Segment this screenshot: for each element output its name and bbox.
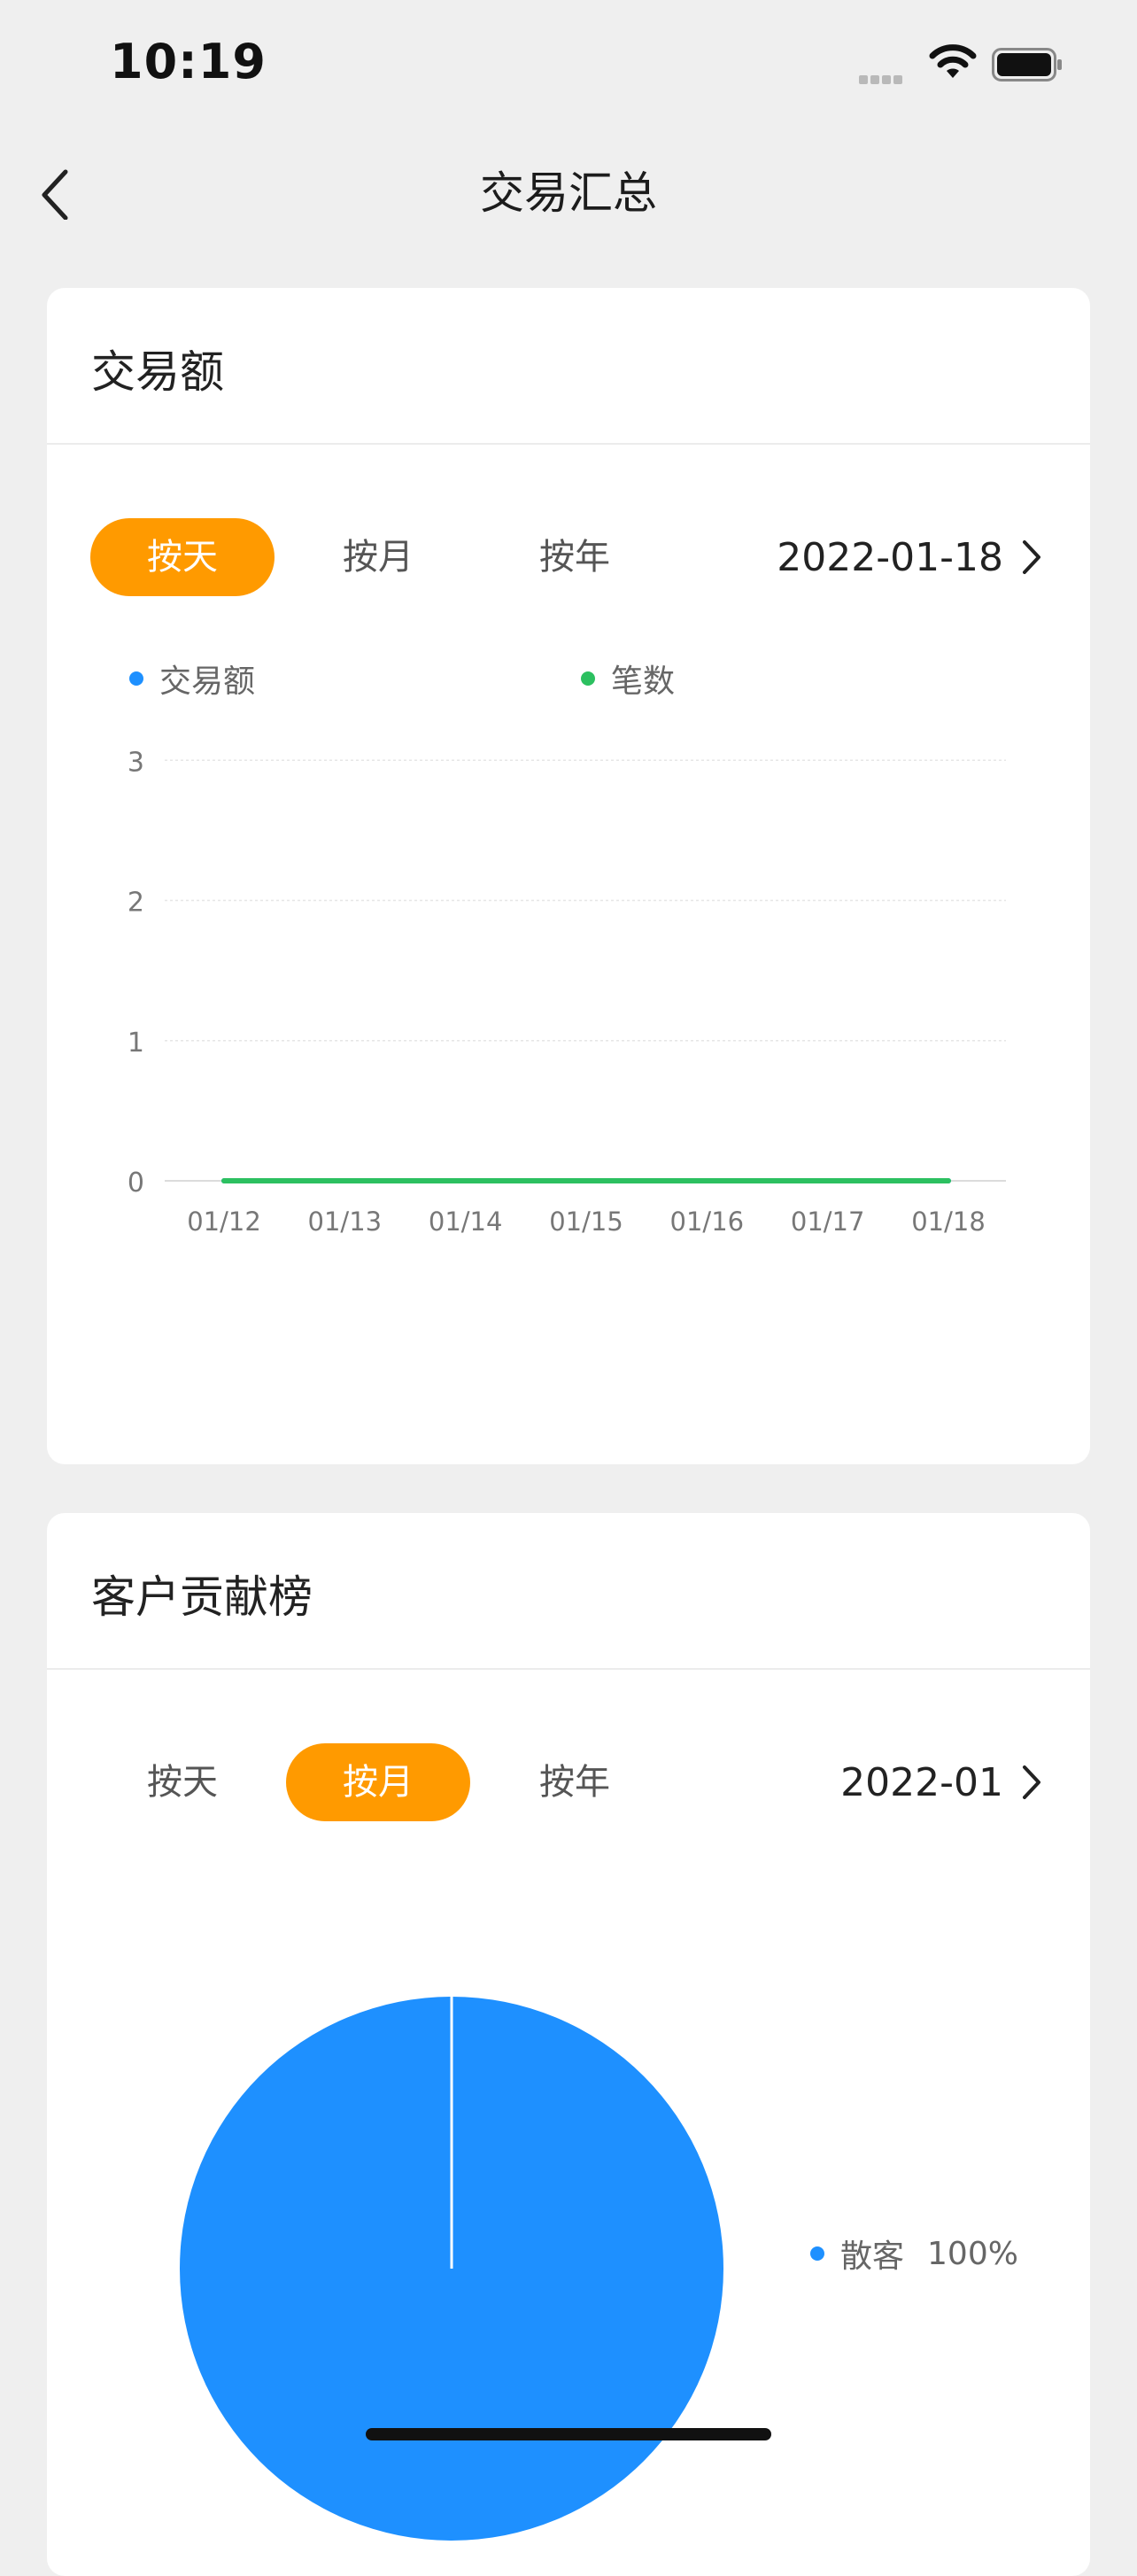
- chart-legend: 交易额 笔数: [47, 656, 1090, 709]
- chevron-right-icon: [1023, 540, 1040, 574]
- y-tick-label: 0: [128, 1168, 144, 1199]
- x-tick-label: 01/13: [308, 1207, 383, 1237]
- wifi-icon: [929, 44, 977, 78]
- tab-by-year[interactable]: 按年: [483, 1743, 667, 1821]
- pie-legend-item: 散客 100%: [810, 2231, 1018, 2277]
- x-tick-label: 01/15: [549, 1207, 623, 1237]
- tab-by-month[interactable]: 按月: [286, 518, 470, 596]
- page-title: 交易汇总: [480, 167, 657, 219]
- tab-by-year[interactable]: 按年: [483, 518, 667, 596]
- tab-by-day[interactable]: 按天: [90, 1743, 275, 1821]
- date-picker[interactable]: 2022-01: [840, 1745, 1046, 1819]
- legend-item: 交易额: [129, 656, 255, 702]
- card-title: 交易额: [91, 346, 224, 398]
- card-title: 客户贡献榜: [91, 1571, 313, 1623]
- nav-bar: 交易汇总: [0, 142, 1137, 230]
- transaction-card: 交易额 按天 按月 按年 2022-01-18 交易额 笔数 0123401/1…: [47, 288, 1090, 1464]
- chevron-right-icon: [1023, 1765, 1040, 1799]
- date-value: 2022-01: [840, 1759, 1003, 1805]
- status-time: 10:19: [110, 34, 267, 89]
- legend-value: 100%: [927, 2235, 1018, 2272]
- x-tick-label: 01/17: [791, 1207, 865, 1237]
- divider: [47, 443, 1090, 445]
- legend-dot: [581, 671, 595, 686]
- x-tick-label: 01/14: [429, 1207, 503, 1237]
- legend-dot: [129, 671, 143, 686]
- legend-label: 笔数: [611, 663, 676, 700]
- y-tick-label: 2: [128, 888, 144, 919]
- x-tick-label: 01/18: [911, 1207, 986, 1237]
- battery-icon: [992, 48, 1062, 81]
- tab-by-month[interactable]: 按月: [286, 1743, 470, 1821]
- legend-label: 交易额: [159, 663, 256, 700]
- status-bar: 10:19: [0, 0, 1137, 133]
- customer-card: 客户贡献榜 按天 按月 按年 2022-01 散客 100%: [47, 1513, 1090, 2576]
- tab-by-day[interactable]: 按天: [90, 518, 275, 596]
- divider: [47, 1668, 1090, 1670]
- date-picker[interactable]: 2022-01-18: [777, 520, 1046, 594]
- home-indicator: [366, 2428, 771, 2440]
- legend-label: 散客: [840, 2238, 905, 2275]
- date-value: 2022-01-18: [777, 534, 1003, 580]
- pie-chart: [180, 1997, 723, 2541]
- y-tick-label: 3: [128, 747, 144, 778]
- y-tick-label: 1: [128, 1028, 144, 1059]
- line-chart: 0123401/1201/1301/1401/1501/1601/1701/18: [128, 747, 1006, 1237]
- x-tick-label: 01/16: [670, 1207, 745, 1237]
- x-tick-label: 01/12: [187, 1207, 261, 1237]
- cellular-signal-icon: [859, 71, 905, 88]
- legend-item: 笔数: [581, 656, 675, 702]
- legend-dot: [810, 2246, 824, 2261]
